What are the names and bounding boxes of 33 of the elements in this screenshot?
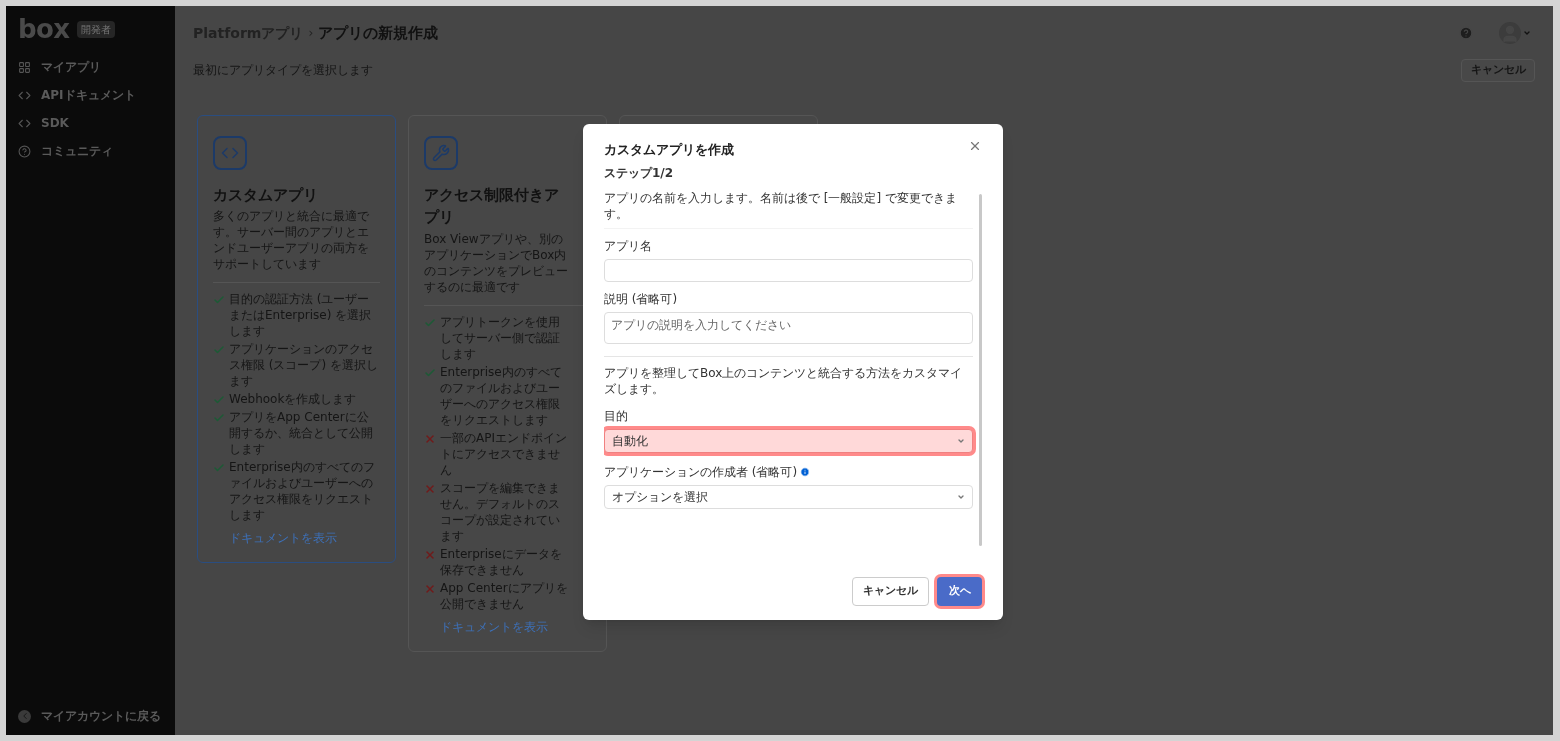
- info-icon[interactable]: [800, 466, 811, 477]
- sidebar-item[interactable]: コミュニティ: [18, 142, 163, 160]
- cancel-button[interactable]: キャンセル: [852, 577, 929, 606]
- sidebar-item[interactable]: SDK: [18, 114, 163, 132]
- close-icon[interactable]: [968, 139, 982, 153]
- field-label: 説明 (省略可): [604, 290, 679, 308]
- documentation-link[interactable]: ドキュメントを表示: [440, 617, 591, 636]
- section-text: アプリを整理してBox上のコンテンツと統合する方法をカスタマイズします。: [604, 364, 964, 397]
- intro-text: アプリの名前を入力します。名前は後で [一般設定] で変更できます。: [604, 189, 973, 229]
- help-icon: [18, 144, 31, 158]
- back-to-account-link[interactable]: マイアカウントに戻る: [18, 707, 163, 725]
- field-label: アプリ名: [604, 237, 653, 255]
- developer-badge: 開発者: [77, 20, 116, 38]
- select-field[interactable]: オプションを選択: [604, 484, 973, 509]
- logo: box: [18, 16, 70, 42]
- grid-icon: [18, 60, 31, 74]
- description-field[interactable]: アプリの説明を入力してください: [604, 311, 973, 344]
- back-chevron-icon: [18, 709, 31, 723]
- code-icon: [213, 135, 247, 170]
- sidebar-item[interactable]: マイアプリ: [18, 58, 163, 76]
- field-label: 目的: [604, 407, 628, 425]
- dialog-title: カスタムアプリを作成: [604, 141, 734, 159]
- breadcrumb-separator: ›: [308, 25, 314, 43]
- next-button[interactable]: 次へ: [937, 577, 982, 606]
- select-field[interactable]: 自動化: [604, 428, 973, 453]
- help-icon[interactable]: [1459, 26, 1473, 41]
- scrollbar[interactable]: [979, 193, 982, 546]
- app-name-field[interactable]: [604, 258, 973, 282]
- step-indicator: ステップ1/2: [604, 164, 675, 182]
- sidebar-item[interactable]: APIドキュメント: [18, 86, 163, 104]
- field-label: アプリケーションの作成者 (省略可): [604, 463, 798, 481]
- wrench-icon: [424, 135, 458, 170]
- documentation-link[interactable]: ドキュメントを表示: [229, 529, 380, 547]
